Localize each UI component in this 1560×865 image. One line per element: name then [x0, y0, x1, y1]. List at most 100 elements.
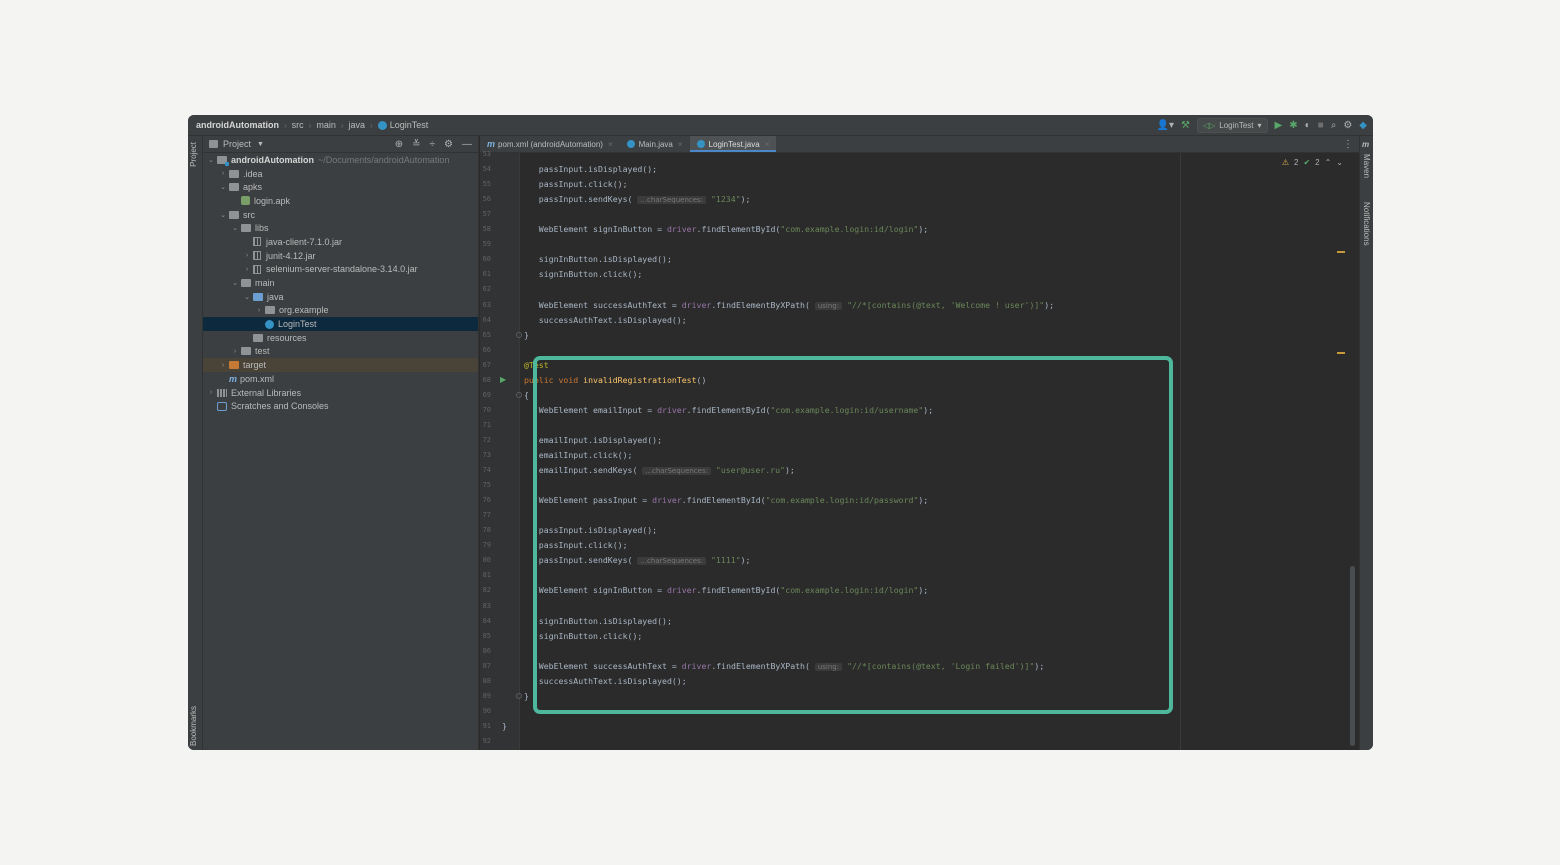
fold-marker-icon[interactable] [516, 692, 522, 699]
close-icon[interactable]: × [608, 140, 613, 149]
code-line[interactable]: emailInput.sendKeys( ...charSequences: "… [524, 465, 795, 476]
chevron-right-icon[interactable]: › [241, 252, 253, 259]
code-line[interactable]: } [524, 330, 529, 340]
tree-item[interactable]: › target [203, 358, 478, 372]
gear-icon[interactable]: ⚙ [1343, 120, 1352, 131]
breadcrumb-main[interactable]: main [316, 120, 336, 130]
code-line[interactable]: passInput.isDisplayed(); [524, 525, 657, 535]
run-config-dropdown[interactable]: ◁▷ LoginTest ▾ [1196, 118, 1268, 133]
tree-item[interactable]: ⌄ main [203, 276, 478, 290]
coverage-icon[interactable]: ◐ [1305, 120, 1311, 131]
code-line[interactable]: successAuthText.isDisplayed(); [524, 315, 687, 325]
chevron-right-icon[interactable]: › [229, 348, 241, 355]
tree-item[interactable]: Scratches and Consoles [203, 399, 478, 413]
line-number: 63 [482, 300, 491, 309]
chevron-right-icon[interactable]: › [217, 362, 229, 369]
code-line[interactable]: signInButton.click(); [524, 631, 643, 641]
chevron-down-icon[interactable]: ⌄ [229, 279, 241, 287]
code-line[interactable]: passInput.click(); [524, 540, 628, 550]
close-icon[interactable]: × [765, 140, 770, 149]
maven-stripe-button[interactable]: m [1362, 140, 1369, 149]
tree-item[interactable]: › .idea [203, 167, 478, 181]
collapse-all-icon[interactable]: ÷ [430, 139, 436, 150]
tree-item[interactable]: › test [203, 345, 478, 359]
code-line[interactable]: WebElement passInput = driver.findElemen… [524, 495, 928, 505]
code-line[interactable]: { [524, 390, 529, 400]
code-line[interactable]: WebElement signInButton = driver.findEle… [524, 224, 928, 234]
run-test-gutter-icon[interactable]: ▶ [500, 375, 506, 384]
build-hammer-icon[interactable]: ⚒ [1181, 120, 1190, 131]
hide-icon[interactable]: — [462, 139, 472, 150]
tree-item[interactable]: › selenium-server-standalone-3.14.0.jar [203, 263, 478, 277]
code-line[interactable]: passInput.isDisplayed(); [524, 164, 657, 174]
code-line[interactable]: signInButton.isDisplayed(); [524, 616, 672, 626]
chevron-down-icon[interactable]: ⌄ [241, 293, 253, 301]
locate-icon[interactable]: ⊕ [395, 139, 403, 150]
line-number: 88 [482, 676, 491, 685]
maven-stripe-label[interactable]: Maven [1362, 154, 1371, 178]
code-line[interactable]: passInput.sendKeys( ...charSequences: "1… [524, 555, 750, 566]
tree-item[interactable]: resources [203, 331, 478, 345]
code-line[interactable]: WebElement successAuthText = driver.find… [524, 300, 1054, 310]
chevron-down-icon[interactable]: ⌄ [217, 211, 229, 219]
search-icon[interactable]: ⌕ [1331, 120, 1337, 131]
code-line[interactable]: } [524, 691, 529, 701]
tree-item-selected[interactable]: LoginTest [203, 317, 478, 331]
tree-item[interactable]: java-client-7.1.0.jar [203, 235, 478, 249]
tree-item[interactable]: ⌄ java [203, 290, 478, 304]
code-line[interactable]: emailInput.click(); [524, 450, 633, 460]
tree-item[interactable]: login.apk [203, 194, 478, 208]
fold-marker-icon[interactable] [516, 391, 522, 398]
code-line[interactable]: } [502, 721, 507, 731]
chevron-down-icon[interactable]: ▼ [257, 141, 264, 148]
code-line[interactable]: signInButton.click(); [524, 269, 643, 279]
more-tabs-icon[interactable]: ⋮ [1343, 136, 1359, 152]
notifications-stripe-button[interactable]: Notifications [1362, 202, 1371, 246]
bookmarks-stripe-button[interactable]: Bookmarks [189, 706, 198, 746]
tree-item[interactable]: ⌄ src [203, 208, 478, 222]
expand-all-icon[interactable]: ≚ [412, 139, 420, 150]
gear-icon[interactable]: ⚙ [444, 139, 453, 150]
chevron-right-icon[interactable]: › [205, 389, 217, 396]
stop-icon[interactable]: ■ [1318, 120, 1324, 131]
breadcrumb-logintest[interactable]: LoginTest [390, 120, 429, 130]
tab-main-java[interactable]: Main.java × [620, 136, 690, 152]
tab-logintest-java[interactable]: LoginTest.java × [689, 136, 777, 152]
folder-icon [241, 347, 251, 356]
breadcrumb-project[interactable]: androidAutomation [196, 120, 279, 130]
tree-item[interactable]: ⌄ apks [203, 180, 478, 194]
debug-icon[interactable]: ✱ [1289, 120, 1297, 131]
code-line[interactable]: WebElement successAuthText = driver.find… [524, 661, 1044, 671]
chevron-right-icon[interactable]: › [241, 266, 253, 273]
tree-item[interactable]: › External Libraries [203, 386, 478, 400]
user-icon[interactable]: 👤▾ [1157, 120, 1174, 131]
code-line[interactable]: passInput.sendKeys( ...charSequences: "1… [524, 194, 750, 205]
breadcrumb-java[interactable]: java [349, 120, 366, 130]
code-line[interactable]: WebElement emailInput = driver.findEleme… [524, 405, 933, 415]
project-view-selector[interactable]: Project [223, 139, 251, 149]
fold-marker-icon[interactable] [516, 331, 522, 338]
close-icon[interactable]: × [678, 140, 683, 149]
code-line[interactable]: WebElement signInButton = driver.findEle… [524, 585, 928, 595]
tree-item[interactable]: › org.example [203, 304, 478, 318]
chevron-down-icon[interactable]: ⌄ [229, 224, 241, 232]
tree-item[interactable]: ⌄ androidAutomation ~/Documents/androidA… [203, 153, 478, 167]
code-area[interactable]: 53 54 passInput.isDisplayed(); 55 passInpu… [483, 150, 1359, 750]
tree-item[interactable]: › junit-4.12.jar [203, 249, 478, 263]
chevron-down-icon[interactable]: ⌄ [217, 183, 229, 191]
chevron-right-icon[interactable]: › [217, 170, 229, 177]
code-line[interactable]: @Test [524, 360, 549, 370]
updates-icon[interactable]: ◆ [1359, 120, 1367, 131]
chevron-down-icon[interactable]: ⌄ [205, 156, 217, 164]
project-stripe-button[interactable]: Project [189, 142, 198, 167]
breadcrumb-src[interactable]: src [292, 120, 304, 130]
code-line[interactable]: passInput.click(); [524, 179, 628, 189]
code-line[interactable]: signInButton.isDisplayed(); [524, 254, 672, 264]
code-line[interactable]: emailInput.isDisplayed(); [524, 435, 662, 445]
tree-item[interactable]: m pom.xml [203, 372, 478, 386]
code-line[interactable]: public void invalidRegistrationTest() [524, 375, 706, 385]
run-icon[interactable]: ▶ [1275, 120, 1283, 131]
code-line[interactable]: successAuthText.isDisplayed(); [524, 676, 687, 686]
tree-item[interactable]: ⌄ libs [203, 221, 478, 235]
chevron-right-icon[interactable]: › [253, 307, 265, 314]
